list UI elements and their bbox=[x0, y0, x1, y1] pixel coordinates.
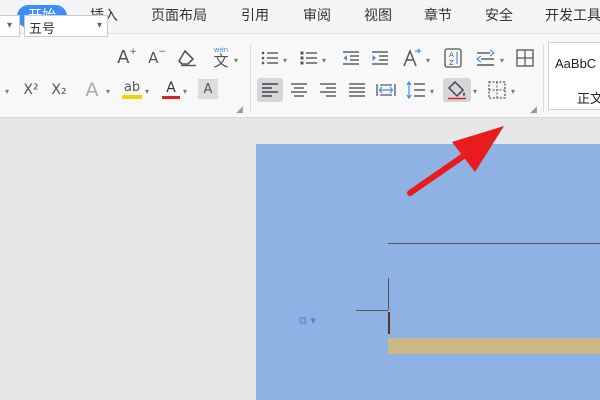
distributed-align-icon bbox=[376, 84, 396, 96]
increase-indent-button[interactable] bbox=[369, 47, 391, 69]
page-rule-line bbox=[388, 243, 600, 244]
table-grid-icon bbox=[516, 49, 534, 67]
bullet-list-button[interactable] bbox=[259, 47, 281, 69]
text-cursor bbox=[388, 312, 390, 334]
align-center-icon bbox=[291, 83, 307, 97]
highlight-icon: ab bbox=[123, 80, 141, 95]
chevron-down-icon[interactable]: ▾ bbox=[473, 87, 477, 96]
chevron-down-icon: ▾ bbox=[96, 20, 102, 31]
tab-page-layout[interactable]: 页面布局 bbox=[151, 5, 207, 28]
tab-developer-tools[interactable]: 开发工具 bbox=[545, 5, 600, 28]
align-center-button[interactable] bbox=[288, 78, 310, 102]
numbered-list-button[interactable] bbox=[298, 47, 320, 69]
align-left-icon bbox=[262, 83, 278, 97]
group-divider bbox=[543, 44, 544, 112]
bullet-list-icon bbox=[261, 51, 278, 65]
tab-references[interactable]: 引用 bbox=[241, 5, 269, 28]
document-page[interactable] bbox=[256, 144, 600, 400]
style-name-normal: 正文 bbox=[577, 92, 600, 107]
inserted-image[interactable] bbox=[388, 338, 600, 354]
font-size-value: 五号 bbox=[29, 22, 56, 37]
font-color-button[interactable]: A bbox=[160, 78, 182, 102]
phonetic-guide-icon: 文 bbox=[213, 52, 229, 70]
chevron-down-icon[interactable]: ▾ bbox=[511, 87, 515, 96]
chevron-down-icon[interactable]: ▾ bbox=[283, 56, 287, 65]
shading-bucket-icon bbox=[447, 80, 466, 100]
decrease-font-icon: A bbox=[148, 48, 159, 67]
tab-security[interactable]: 安全 bbox=[485, 5, 513, 28]
style-gallery-normal[interactable]: AaBbC 正文 bbox=[548, 42, 600, 110]
tab-view[interactable]: 视图 bbox=[364, 5, 392, 28]
distributed-align-button[interactable] bbox=[374, 78, 398, 102]
font-color-swatch bbox=[162, 96, 180, 99]
chevron-down-icon[interactable]: ▾ bbox=[234, 56, 238, 65]
decrease-font-size-button[interactable]: A − bbox=[146, 46, 168, 70]
highlight-button[interactable]: ab bbox=[120, 78, 144, 102]
tab-review[interactable]: 审阅 bbox=[303, 5, 331, 28]
outdent-icon bbox=[343, 51, 359, 65]
justify-button[interactable] bbox=[346, 78, 368, 102]
increase-font-size-button[interactable]: A + bbox=[116, 46, 138, 70]
style-sample-text: AaBbC bbox=[555, 56, 597, 71]
text-effect-button[interactable]: A bbox=[80, 78, 104, 102]
chevron-down-icon[interactable]: ▾ bbox=[500, 56, 504, 65]
phonetic-guide-button[interactable]: wén 文 bbox=[208, 44, 234, 72]
justify-icon bbox=[349, 83, 365, 97]
align-right-button[interactable] bbox=[317, 78, 339, 102]
change-case-icon bbox=[403, 48, 422, 67]
font-size-select[interactable]: 五号 ▾ bbox=[24, 15, 108, 37]
chevron-down-icon[interactable]: ▾ bbox=[145, 87, 149, 96]
margin-crop-mark bbox=[388, 278, 389, 310]
font-dialog-launcher-icon[interactable]: ◢ bbox=[236, 105, 243, 115]
paragraph-dialog-launcher-icon[interactable]: ◢ bbox=[530, 105, 537, 115]
align-right-icon bbox=[320, 83, 336, 97]
font-name-select[interactable]: ▾ bbox=[0, 15, 20, 37]
margin-crop-mark bbox=[356, 310, 388, 311]
chevron-down-icon[interactable]: ▾ bbox=[183, 87, 187, 96]
show-hide-marks-icon bbox=[476, 49, 495, 66]
sort-button[interactable]: A Z bbox=[441, 46, 465, 70]
highlight-color-swatch bbox=[122, 95, 142, 99]
align-left-button[interactable] bbox=[257, 78, 283, 102]
group-divider bbox=[250, 44, 251, 112]
chevron-down-icon[interactable]: ▾ bbox=[322, 56, 326, 65]
eraser-icon bbox=[178, 49, 196, 67]
paragraph-shading-button[interactable] bbox=[443, 78, 471, 102]
paste-options-icon[interactable]: ⧉ ▾ bbox=[299, 314, 316, 328]
character-shading-button[interactable]: A bbox=[198, 79, 218, 99]
decrease-indent-button[interactable] bbox=[340, 47, 362, 69]
superscript-button[interactable]: X² bbox=[20, 79, 42, 101]
subscript-button[interactable]: X₂ bbox=[48, 79, 70, 101]
borders-button[interactable] bbox=[485, 78, 509, 102]
chevron-down-icon[interactable]: ▾ bbox=[430, 87, 434, 96]
tab-sections[interactable]: 章节 bbox=[424, 5, 452, 28]
chevron-down-icon[interactable]: ▾ bbox=[106, 87, 110, 96]
change-case-button[interactable] bbox=[400, 46, 424, 70]
sort-az-icon: A Z bbox=[444, 48, 462, 68]
svg-text:A: A bbox=[449, 51, 454, 59]
indent-icon bbox=[372, 51, 388, 65]
chevron-down-icon[interactable]: ▾ bbox=[426, 56, 430, 65]
clear-format-button[interactable] bbox=[176, 46, 200, 70]
increase-font-icon: A bbox=[117, 47, 130, 68]
line-spacing-button[interactable] bbox=[474, 46, 498, 70]
borders-icon bbox=[488, 81, 506, 99]
numbered-list-icon bbox=[300, 51, 317, 65]
table-layout-button[interactable] bbox=[514, 46, 536, 70]
svg-text:Z: Z bbox=[449, 59, 454, 67]
font-color-icon: A bbox=[166, 80, 176, 96]
paragraph-spacing-button[interactable] bbox=[404, 78, 428, 102]
chevron-down-icon[interactable]: ▾ bbox=[5, 87, 9, 96]
line-spacing-icon bbox=[406, 81, 425, 99]
